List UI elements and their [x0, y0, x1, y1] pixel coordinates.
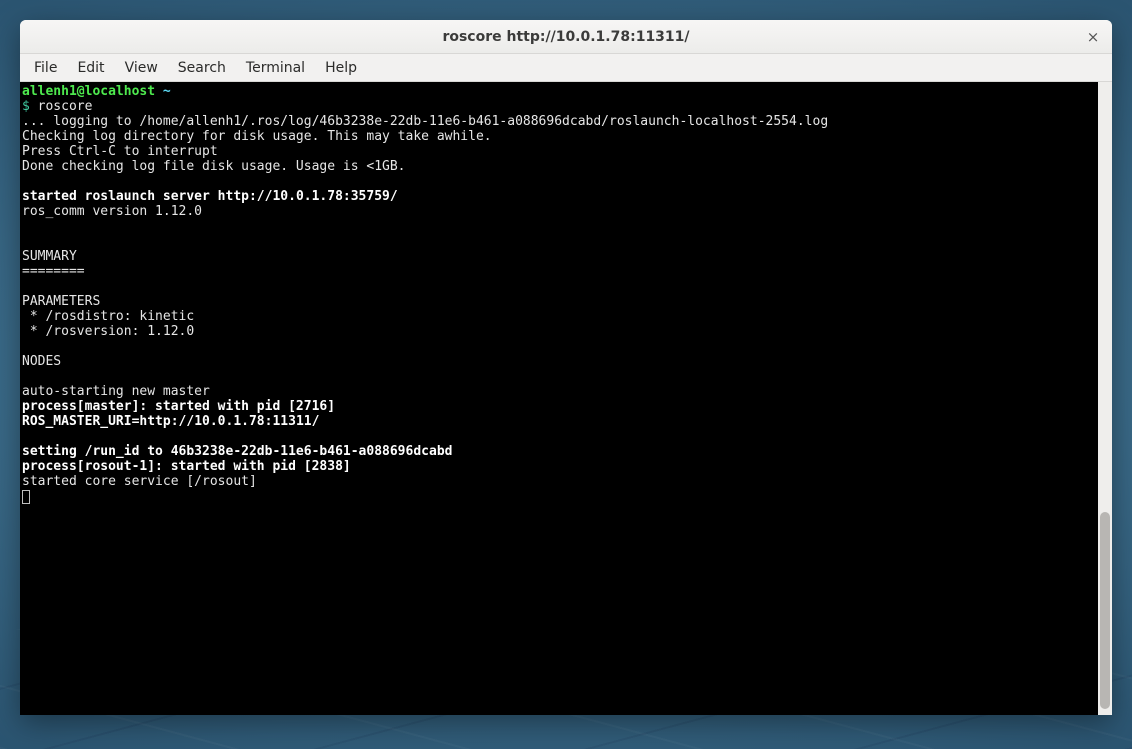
menu-help[interactable]: Help: [315, 56, 367, 80]
term-line: started core service [/rosout]: [22, 474, 257, 489]
menu-search[interactable]: Search: [168, 56, 236, 80]
menu-edit[interactable]: Edit: [67, 56, 114, 80]
menu-file[interactable]: File: [24, 56, 67, 80]
term-line: Done checking log file disk usage. Usage…: [22, 159, 406, 174]
term-line: Checking log directory for disk usage. T…: [22, 129, 492, 144]
titlebar[interactable]: roscore http://10.0.1.78:11311/ ×: [20, 20, 1112, 54]
term-line: ========: [22, 264, 85, 279]
terminal-area: allenh1@localhost ~ $ roscore ... loggin…: [20, 82, 1112, 715]
menubar: File Edit View Search Terminal Help: [20, 54, 1112, 82]
term-line: NODES: [22, 354, 61, 369]
term-line: ROS_MASTER_URI=http: [22, 414, 171, 429]
term-line: * /rosdistro: kinetic: [22, 309, 194, 324]
term-line: auto-starting new master: [22, 384, 210, 399]
term-line: ://10.0.1.78:35759/: [249, 189, 398, 204]
scrollbar-thumb[interactable]: [1100, 512, 1110, 709]
window-title: roscore http://10.0.1.78:11311/: [442, 29, 689, 45]
term-line: ... logging to /home/allenh1/.ros/log/46…: [22, 114, 828, 129]
term-line: process[master]: started with pid [2716]: [22, 399, 335, 414]
command-text: roscore: [38, 99, 93, 114]
terminal-output[interactable]: allenh1@localhost ~ $ roscore ... loggin…: [20, 82, 1098, 715]
terminal-cursor: [22, 490, 30, 504]
close-icon: ×: [1087, 28, 1100, 46]
prompt-sigil: $: [22, 99, 30, 114]
term-line: SUMMARY: [22, 249, 77, 264]
term-line: started roslaunch server http: [22, 189, 249, 204]
prompt-userhost: allenh1@localhost: [22, 84, 155, 99]
prompt-path: ~: [163, 84, 171, 99]
term-line: ros_comm version 1.12.0: [22, 204, 202, 219]
menu-view[interactable]: View: [115, 56, 168, 80]
term-line: ://10.0.1.78:11311/: [171, 414, 320, 429]
term-line: * /rosversion: 1.12.0: [22, 324, 194, 339]
close-button[interactable]: ×: [1082, 26, 1104, 48]
term-line: Press Ctrl-C to interrupt: [22, 144, 218, 159]
vertical-scrollbar[interactable]: [1098, 82, 1112, 715]
term-line: setting /run_id to 46b3238e-22db-11e6-b4…: [22, 444, 452, 459]
term-line: PARAMETERS: [22, 294, 100, 309]
term-line: process[rosout-1]: started with pid [283…: [22, 459, 351, 474]
terminal-window: roscore http://10.0.1.78:11311/ × File E…: [20, 20, 1112, 715]
menu-terminal[interactable]: Terminal: [236, 56, 315, 80]
